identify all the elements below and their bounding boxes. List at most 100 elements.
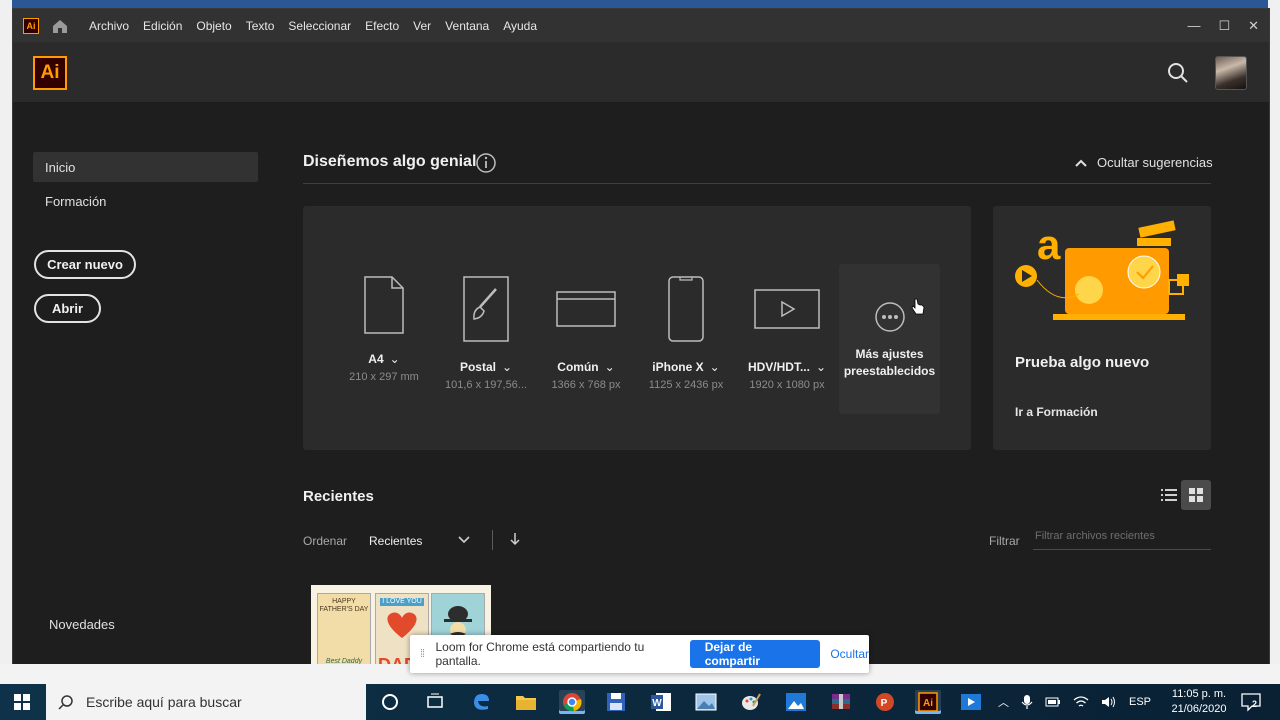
open-button[interactable]: Abrir [34, 294, 101, 323]
edge-icon[interactable] [469, 690, 493, 714]
close-button[interactable]: ✕ [1248, 18, 1259, 34]
preset-hdv-name: HDV/HDT... [747, 360, 810, 374]
sort-direction-icon[interactable] [510, 532, 520, 546]
main-content: Diseñemos algo genial Ocultar sugerencia… [303, 102, 1233, 667]
file-explorer-icon[interactable] [514, 690, 538, 714]
image-viewer-icon[interactable] [784, 690, 808, 714]
filter-input[interactable] [1033, 522, 1211, 550]
menu-archivo[interactable]: Archivo [89, 19, 129, 33]
menu-ayuda[interactable]: Ayuda [503, 19, 537, 33]
home-icon[interactable] [51, 18, 69, 34]
system-tray: ︿ ESP [998, 684, 1151, 720]
save-icon[interactable] [604, 690, 628, 714]
windows-icon [14, 694, 30, 710]
language-indicator[interactable]: ESP [1129, 696, 1151, 708]
sort-select[interactable]: Recientes [369, 534, 422, 548]
taskbar-search[interactable]: Escribe aquí para buscar [46, 684, 366, 720]
drag-handle-icon[interactable]: ⁞⁞ [420, 648, 429, 660]
battery-icon[interactable] [1045, 696, 1061, 708]
word-icon[interactable]: W [649, 690, 673, 714]
maximize-button[interactable]: ☐ [1218, 18, 1230, 34]
try-new-panel: a Prueba algo nuevo Ir a Formación [993, 206, 1211, 450]
chevron-down-icon[interactable]: ⌄ [605, 360, 615, 374]
illustrator-icon[interactable]: Ai [915, 690, 941, 714]
sidebar-item-inicio[interactable]: Inicio [33, 152, 258, 182]
presets-panel: A4 ⌄ 210 x 297 mm Postal ⌄ 101,6 x 197,56.… [303, 206, 971, 450]
menu-ver[interactable]: Ver [413, 19, 431, 33]
divider [303, 183, 1211, 184]
photos-icon[interactable] [694, 690, 718, 714]
more-options-icon [874, 302, 905, 332]
svg-text:P: P [881, 698, 888, 709]
stop-sharing-button[interactable]: Dejar de compartir [689, 640, 821, 668]
taskbar: Escribe aquí para buscar W P Ai ︿ ESP 11… [0, 684, 1280, 720]
app-badge[interactable]: Ai [23, 17, 39, 34]
info-icon[interactable] [475, 152, 497, 174]
powerpoint-icon[interactable]: P [872, 690, 896, 714]
sort-label: Ordenar [303, 534, 348, 548]
cortana-icon[interactable] [378, 690, 402, 714]
notification-icon [1241, 693, 1261, 712]
chevron-down-icon[interactable] [458, 536, 470, 544]
paint-icon[interactable] [739, 690, 763, 714]
menu-efecto[interactable]: Efecto [365, 19, 399, 33]
chrome-icon[interactable] [559, 690, 585, 714]
card-preview: HAPPY FATHER'S DAY Best Daddy [317, 593, 371, 667]
go-to-learn-link[interactable]: Ir a Formación [1015, 405, 1098, 419]
divider [492, 530, 493, 550]
brush-icon [463, 276, 509, 342]
preset-hdv[interactable]: HDV/HDT... ⌄ 1920 x 1080 px [737, 276, 837, 391]
hide-button[interactable]: Ocultar [830, 647, 869, 661]
menu-seleccionar[interactable]: Seleccionar [288, 19, 351, 33]
start-button[interactable] [0, 684, 44, 720]
task-view-icon[interactable] [423, 690, 447, 714]
create-new-button[interactable]: Crear nuevo [34, 250, 136, 279]
preset-iphone-x[interactable]: iPhone X ⌄ 1125 x 2436 px [636, 276, 736, 391]
clock-time: 11:05 p. m. [1171, 688, 1227, 700]
media-player-icon[interactable] [959, 690, 983, 714]
phone-icon [668, 276, 704, 342]
wifi-icon[interactable] [1073, 695, 1089, 709]
clock[interactable]: 11:05 p. m. 21/06/2020 [1168, 687, 1230, 717]
chevron-down-icon[interactable]: ⌄ [710, 360, 720, 374]
preset-postal[interactable]: Postal ⌄ 101,6 x 197,56... [436, 276, 536, 391]
preset-comun[interactable]: Común ⌄ 1366 x 768 px [536, 276, 636, 391]
preset-iphone-x-name: iPhone X [652, 360, 704, 374]
volume-icon[interactable] [1101, 695, 1117, 709]
preset-hdv-size: 1920 x 1080 px [749, 379, 825, 391]
clock-date: 21/06/2020 [1171, 703, 1227, 715]
search-icon [58, 695, 73, 710]
chevron-down-icon[interactable]: ⌄ [390, 352, 400, 366]
microphone-icon[interactable] [1021, 694, 1033, 710]
chevron-down-icon[interactable]: ⌄ [502, 360, 512, 374]
chevron-up-icon [1075, 159, 1087, 167]
chevron-down-icon[interactable]: ⌄ [816, 360, 826, 374]
sidebar: Inicio Formación Crear nuevo Abrir Noved… [13, 102, 273, 667]
more-presets-button[interactable]: Más ajustes preestablecidos [839, 264, 940, 414]
page-title: Diseñemos algo genial [303, 153, 477, 170]
sidebar-item-formacion[interactable]: Formación [33, 186, 258, 216]
notification-center[interactable]: 2 [1240, 692, 1264, 712]
preset-postal-size: 101,6 x 197,56... [445, 379, 527, 391]
list-icon [1161, 489, 1177, 501]
menu-edicion[interactable]: Edición [143, 19, 182, 33]
chevron-up-icon[interactable]: ︿ [998, 694, 1009, 710]
grid-view-button[interactable] [1181, 480, 1211, 510]
app-header: Ai [13, 42, 1269, 102]
minimize-button[interactable]: — [1187, 18, 1200, 33]
search-icon[interactable] [1167, 62, 1189, 84]
illustrator-window: Ai Archivo Edición Objeto Texto Seleccio… [12, 8, 1270, 668]
video-play-icon [754, 289, 820, 329]
avatar[interactable] [1215, 56, 1247, 90]
filter-label: Filtrar [989, 534, 1020, 548]
preset-a4-name: A4 [368, 352, 384, 366]
svg-text:W: W [652, 698, 662, 709]
winrar-icon[interactable] [829, 690, 853, 714]
list-view-button[interactable] [1154, 480, 1184, 510]
menu-ventana[interactable]: Ventana [445, 19, 489, 33]
menu-texto[interactable]: Texto [246, 19, 275, 33]
menu-objeto[interactable]: Objeto [196, 19, 231, 33]
news-link[interactable]: Novedades [49, 617, 115, 632]
hide-suggestions-button[interactable]: Ocultar sugerencias [1075, 155, 1213, 170]
preset-a4[interactable]: A4 ⌄ 210 x 297 mm [334, 276, 434, 383]
